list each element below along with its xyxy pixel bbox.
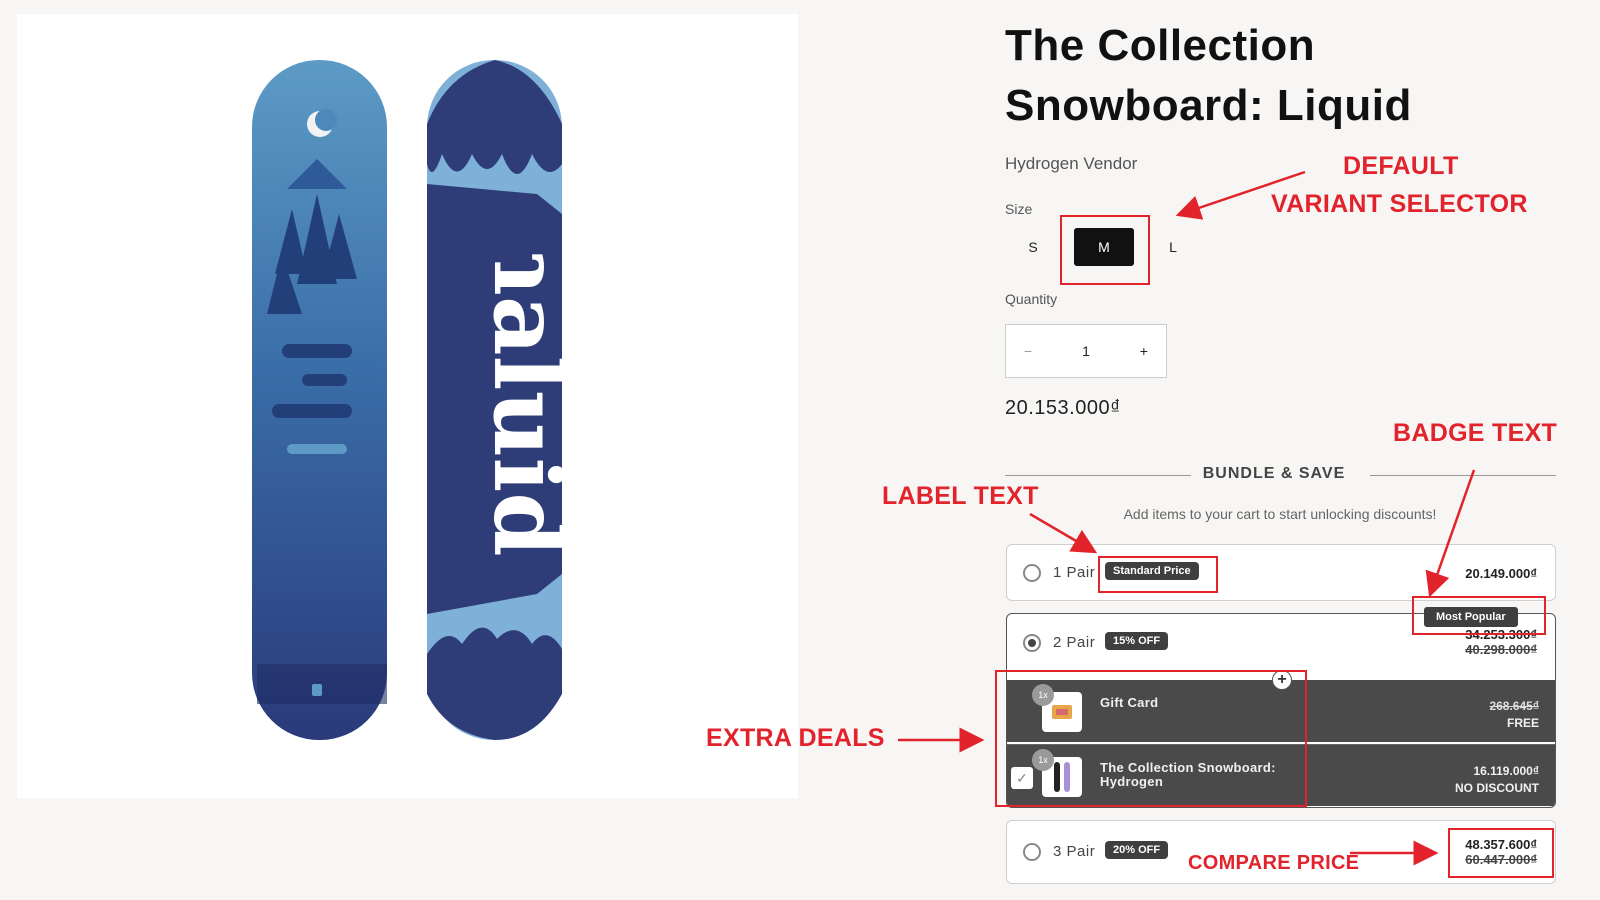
annotation-label-text: LABEL TEXT <box>882 482 1039 510</box>
snowboard-right: ɿaluid <box>427 60 581 740</box>
extra-deal-price: 268.645₫ <box>1489 699 1539 713</box>
annotation-default: DEFAULT <box>1343 152 1459 180</box>
highlight-extra-deals <box>995 670 1307 807</box>
offer-radio[interactable] <box>1023 634 1041 652</box>
snowboard-left <box>252 60 387 740</box>
quantity-increase-button[interactable]: + <box>1140 343 1148 359</box>
svg-text:ɿaluid: ɿaluid <box>473 251 581 557</box>
offer-label: 3 Pair <box>1053 843 1096 860</box>
offer-label: 2 Pair <box>1053 634 1096 651</box>
offer-radio[interactable] <box>1023 843 1041 861</box>
size-label: Size <box>1005 201 1033 217</box>
offer-label-pill: 15% OFF <box>1105 632 1169 650</box>
product-title-line-1: The Collection <box>1005 21 1316 70</box>
size-option-s[interactable]: S <box>1018 228 1048 266</box>
quantity-decrease-button[interactable]: − <box>1024 343 1032 359</box>
extra-deal-price-block: 16.119.000₫ NO DISCOUNT <box>1455 763 1539 797</box>
offer-label: 1 Pair <box>1053 564 1096 581</box>
product-vendor: Hydrogen Vendor <box>1005 154 1138 173</box>
annotation-variant-selector: VARIANT SELECTOR <box>1271 190 1528 218</box>
quantity-label: Quantity <box>1005 291 1058 307</box>
annotation-badge-text: BADGE TEXT <box>1393 419 1558 447</box>
offer-compare-price: 40.298.000₫ <box>1465 642 1537 657</box>
extra-deal-price-block: 268.645₫ FREE <box>1489 698 1539 732</box>
bundle-subtitle: Add items to your cart to start unlockin… <box>1123 506 1437 522</box>
divider-right <box>1370 475 1556 476</box>
extra-deal-note: NO DISCOUNT <box>1455 781 1539 795</box>
extra-deal-price: 16.119.000₫ <box>1473 764 1539 778</box>
annotation-compare-price: COMPARE PRICE <box>1188 852 1360 874</box>
annotation-extra-deals: EXTRA DEALS <box>706 724 885 752</box>
highlight-badge-text <box>1412 596 1546 635</box>
offer-price: 20.149.000₫ <box>1465 566 1537 581</box>
quantity-stepper: − 1 + <box>1005 324 1167 378</box>
product-title: The Collection Snowboard: Liquid <box>1005 16 1525 136</box>
size-option-l[interactable]: L <box>1158 228 1188 266</box>
offer-radio[interactable] <box>1023 564 1041 582</box>
divider-left <box>1005 475 1191 476</box>
offer-label-pill: 20% OFF <box>1105 841 1169 859</box>
bundle-title: BUNDLE & SAVE <box>1202 465 1346 482</box>
extra-deal-note: FREE <box>1506 716 1539 730</box>
highlight-label-text <box>1098 556 1218 593</box>
quantity-value[interactable]: 1 <box>1082 343 1090 359</box>
bundle-offer-1[interactable]: 1 Pair Standard Price 20.149.000₫ <box>1006 544 1556 601</box>
highlight-compare-price <box>1448 828 1554 878</box>
product-price: 20.153.000₫ <box>1005 397 1121 419</box>
product-image: ɿaluid <box>17 14 798 798</box>
highlight-variant-selector <box>1060 215 1150 285</box>
product-title-line-2: Snowboard: Liquid <box>1005 81 1412 130</box>
